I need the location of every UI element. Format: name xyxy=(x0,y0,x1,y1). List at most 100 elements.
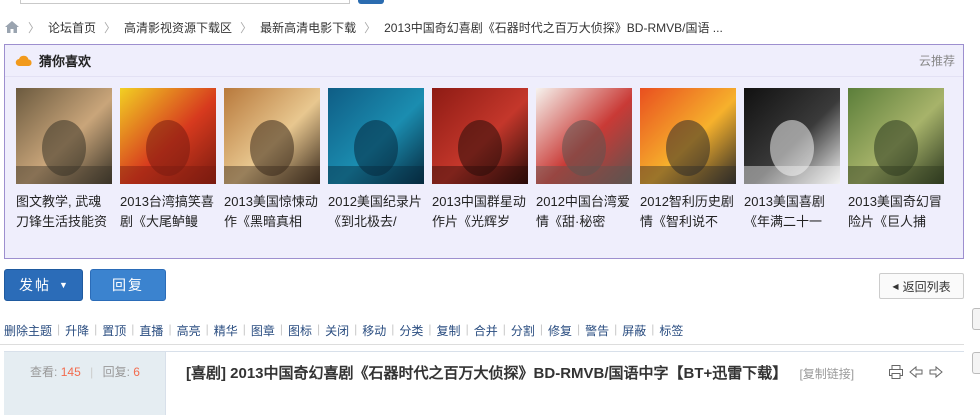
home-icon[interactable] xyxy=(4,20,20,34)
movie-title[interactable]: 2012智利历史剧情《智利说不 xyxy=(640,192,738,232)
print-icon[interactable] xyxy=(888,364,904,380)
reply-button[interactable]: 回复 xyxy=(90,269,166,301)
thread-title-text: [喜剧] 2013中国奇幻喜剧《石器时代之百万大侦探》BD-RMVB/国语中字【… xyxy=(186,365,788,382)
new-post-label: 发帖 xyxy=(19,277,52,293)
movie-card[interactable]: 2012美国纪录片《到北极去/ xyxy=(328,88,432,232)
mod-action-link[interactable]: 直播 xyxy=(139,322,163,339)
movie-title[interactable]: 2013美国惊悚动作《黑暗真相 xyxy=(224,192,322,232)
movie-title[interactable]: 2013美国奇幻冒险片《巨人捕 xyxy=(848,192,946,232)
mod-action-link[interactable]: 移动 xyxy=(362,322,386,339)
back-to-list-button[interactable]: ◀ 返回列表 xyxy=(879,273,964,299)
moderation-toolbar: 删除主题 | 升降 | 置顶 | 直播 | 高亮 | 精华 | 图章 | 图标 | 关闭 | 移动 | 分类 | 复制 | 合并… xyxy=(4,322,683,339)
search-button[interactable] xyxy=(358,0,384,4)
thread-title: [喜剧] 2013中国奇幻喜剧《石器时代之百万大侦探》BD-RMVB/国语中字【… xyxy=(186,363,886,385)
breadcrumb-separator: 〉 xyxy=(28,20,41,35)
divider xyxy=(0,344,964,345)
movie-poster[interactable] xyxy=(432,88,528,184)
cloud-icon xyxy=(15,55,32,66)
views-count: 145 xyxy=(60,365,81,379)
mod-action-link[interactable]: 高亮 xyxy=(177,322,201,339)
next-thread-icon[interactable] xyxy=(928,364,944,380)
movie-card[interactable]: 2013美国惊悚动作《黑暗真相 xyxy=(224,88,328,232)
mod-separator: | xyxy=(168,322,172,336)
mod-action-link[interactable]: 分割 xyxy=(511,322,535,339)
mod-action-link[interactable]: 标签 xyxy=(659,322,683,339)
mod-separator: | xyxy=(317,322,321,336)
chevron-down-icon[interactable]: ▼ xyxy=(59,280,68,290)
movie-poster[interactable] xyxy=(328,88,424,184)
movie-poster[interactable] xyxy=(224,88,320,184)
movie-title[interactable]: 2012美国纪录片《到北极去/ xyxy=(328,192,426,232)
mod-separator: | xyxy=(354,322,358,336)
mod-separator: | xyxy=(57,322,61,336)
action-bar: 发帖 ▼ 回复 ◀ 返回列表 xyxy=(4,269,964,301)
mod-separator: | xyxy=(131,322,135,336)
mod-action-link[interactable]: 合并 xyxy=(474,322,498,339)
movie-poster[interactable] xyxy=(120,88,216,184)
breadcrumb-latest-movies[interactable]: 最新高清电影下载 xyxy=(260,19,356,36)
top-search-strip xyxy=(0,0,980,6)
movie-card[interactable]: 2013美国奇幻冒险片《巨人捕 xyxy=(848,88,952,232)
breadcrumb-hd-resources[interactable]: 高清影视资源下载区 xyxy=(124,19,232,36)
mod-action-link[interactable]: 图章 xyxy=(251,322,275,339)
movie-poster[interactable] xyxy=(744,88,840,184)
recommendations-header: 猜你喜欢 云推荐 xyxy=(5,45,963,77)
mod-separator: | xyxy=(279,322,283,336)
mod-separator: | xyxy=(391,322,395,336)
cloud-recommend-label[interactable]: 云推荐 xyxy=(919,52,955,69)
breadcrumb-separator: 〉 xyxy=(240,20,253,35)
breadcrumb-separator: 〉 xyxy=(364,20,377,35)
movie-poster[interactable] xyxy=(536,88,632,184)
recommendations-panel: 猜你喜欢 云推荐 图文教学, 武魂刀锋生活技能资 2013台湾搞笑喜剧《大尾鲈鳗 2… xyxy=(4,44,964,259)
mod-action-link[interactable]: 分类 xyxy=(399,322,423,339)
mod-action-link[interactable]: 置顶 xyxy=(102,322,126,339)
movie-card[interactable]: 2013中国群星动作片《光辉岁 xyxy=(432,88,536,232)
chevron-left-icon: ◀ xyxy=(892,281,899,291)
replies-count: 6 xyxy=(133,365,140,379)
side-scroll-handle[interactable] xyxy=(972,352,980,374)
breadcrumb-forum-home[interactable]: 论坛首页 xyxy=(48,19,96,36)
thread-stats-panel: 查看: 145 | 回复: 6 xyxy=(4,352,166,415)
movie-title[interactable]: 2013中国群星动作片《光辉岁 xyxy=(432,192,530,232)
mod-action-link[interactable]: 复制 xyxy=(437,322,461,339)
search-input[interactable] xyxy=(20,0,350,4)
mod-action-link[interactable]: 关闭 xyxy=(325,322,349,339)
views-label: 查看: xyxy=(30,365,58,379)
movie-poster[interactable] xyxy=(848,88,944,184)
mod-separator: | xyxy=(428,322,432,336)
movie-title[interactable]: 图文教学, 武魂刀锋生活技能资 xyxy=(16,192,114,232)
mod-action-link[interactable]: 屏蔽 xyxy=(622,322,646,339)
new-post-button[interactable]: 发帖 ▼ xyxy=(4,269,83,301)
breadcrumb-separator: 〉 xyxy=(104,20,117,35)
movie-card[interactable]: 2013美国喜剧《年满二十一 xyxy=(744,88,848,232)
mod-action-link[interactable]: 删除主题 xyxy=(4,322,52,339)
mod-separator: | xyxy=(94,322,98,336)
mod-separator: | xyxy=(539,322,543,336)
movie-poster[interactable] xyxy=(640,88,736,184)
prev-thread-icon[interactable] xyxy=(908,364,924,380)
movie-card[interactable]: 图文教学, 武魂刀锋生活技能资 xyxy=(16,88,120,232)
movie-title[interactable]: 2013台湾搞笑喜剧《大尾鲈鳗 xyxy=(120,192,218,232)
mod-action-link[interactable]: 精华 xyxy=(214,322,238,339)
mod-action-link[interactable]: 图标 xyxy=(288,322,312,339)
mod-action-link[interactable]: 修复 xyxy=(548,322,572,339)
mod-separator: | xyxy=(502,322,506,336)
breadcrumb: 〉 论坛首页 〉 高清影视资源下载区 〉 最新高清电影下载 〉 2013中国奇幻… xyxy=(4,14,723,40)
stats-separator: | xyxy=(90,365,94,379)
movie-card[interactable]: 2012智利历史剧情《智利说不 xyxy=(640,88,744,232)
movie-poster[interactable] xyxy=(16,88,112,184)
thread-tools xyxy=(888,364,944,380)
mod-action-link[interactable]: 警告 xyxy=(585,322,609,339)
movie-card[interactable]: 2012中国台湾爱情《甜·秘密 xyxy=(536,88,640,232)
side-scroll-handle[interactable] xyxy=(972,308,980,330)
movie-title[interactable]: 2013美国喜剧《年满二十一 xyxy=(744,192,842,232)
mod-action-link[interactable]: 升降 xyxy=(65,322,89,339)
mod-separator: | xyxy=(614,322,618,336)
movie-card[interactable]: 2013台湾搞笑喜剧《大尾鲈鳗 xyxy=(120,88,224,232)
thread-stats: 查看: 145 | 回复: 6 xyxy=(4,363,166,380)
mod-separator: | xyxy=(651,322,655,336)
thread-header: 查看: 145 | 回复: 6 [喜剧] 2013中国奇幻喜剧《石器时代之百万大… xyxy=(4,351,964,415)
breadcrumb-current-thread[interactable]: 2013中国奇幻喜剧《石器时代之百万大侦探》BD-RMVB/国语 ... xyxy=(384,19,723,36)
movie-title[interactable]: 2012中国台湾爱情《甜·秘密 xyxy=(536,192,634,232)
copy-link-button[interactable]: [复制链接] xyxy=(799,367,854,381)
